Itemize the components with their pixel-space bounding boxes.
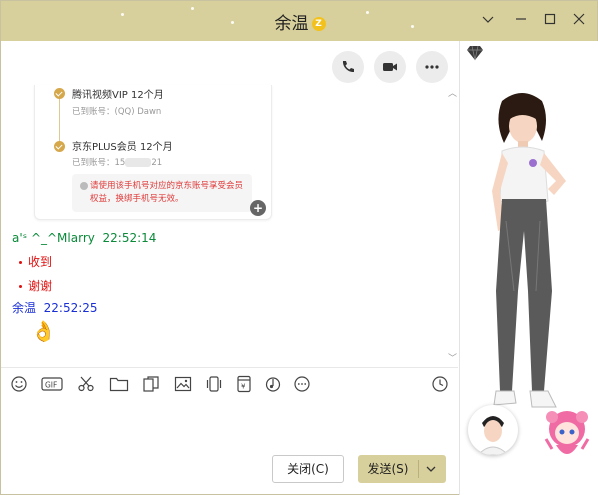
- notice-text: 请使用该手机号对应的京东账号享受会员权益，换绑手机号无效。: [90, 181, 244, 204]
- phone-icon: [342, 61, 354, 73]
- order-item-account: 已到账号：(QQ) Dawn: [72, 107, 162, 117]
- scroll-down-icon[interactable]: ﹀: [448, 351, 457, 364]
- divider: [1, 367, 458, 368]
- title-bar[interactable]: 余温 Z: [1, 1, 597, 41]
- check-icon: [54, 141, 65, 152]
- red-packet-icon[interactable]: ¥: [235, 375, 255, 395]
- svg-text:GIF: GIF: [45, 381, 57, 390]
- sticker-icon[interactable]: [142, 375, 162, 395]
- minimize-icon[interactable]: [510, 10, 532, 32]
- order-item-account: 已到账号：15 21: [72, 158, 163, 168]
- vip-badge-icon: Z: [311, 17, 326, 31]
- avatar[interactable]: [468, 405, 518, 455]
- contact-name: 余温: [274, 14, 309, 34]
- message-time: 22:52:25: [43, 301, 98, 315]
- emoji-icon[interactable]: [10, 375, 30, 395]
- voice-call-button[interactable]: [332, 51, 364, 83]
- message-text: 谢谢: [19, 277, 52, 294]
- send-button[interactable]: 发送(S): [358, 455, 446, 483]
- chevron-down-icon[interactable]: [424, 462, 438, 479]
- gif-icon[interactable]: GIF: [41, 375, 63, 395]
- notice-box: 请使用该手机号对应的京东账号享受会员权益，换绑手机号无效。: [72, 174, 252, 212]
- message-sender: a'ˢ ^_^Mlarry 22:52:14: [12, 231, 157, 245]
- order-item-title: 腾讯视频VIP 12个月: [72, 90, 164, 101]
- message-input[interactable]: [1, 401, 458, 449]
- avatar-figure: [492, 93, 566, 408]
- more-options-button[interactable]: [416, 51, 448, 83]
- music-icon[interactable]: [264, 375, 284, 395]
- divider: [418, 460, 419, 478]
- avatar-show-panel: [459, 41, 598, 495]
- shake-icon[interactable]: [205, 375, 225, 395]
- zoom-in-icon[interactable]: +: [250, 200, 266, 216]
- svg-text:¥: ¥: [241, 383, 246, 391]
- send-label: 发送(S): [367, 462, 409, 476]
- video-icon: [383, 63, 397, 71]
- close-icon[interactable]: [568, 10, 590, 32]
- message-time: 22:52:14: [102, 231, 157, 245]
- chevron-down-icon[interactable]: [477, 10, 499, 32]
- window-title: 余温 Z: [1, 9, 598, 34]
- more-icon[interactable]: [293, 375, 313, 395]
- check-icon: [54, 88, 65, 99]
- folder-icon[interactable]: [109, 375, 129, 395]
- info-icon: [80, 182, 88, 190]
- ok-hand-emoji: 👌: [31, 319, 56, 343]
- message-sender: 余温 22:52:25: [12, 301, 98, 315]
- scissors-icon[interactable]: [77, 375, 97, 395]
- scroll-up-icon[interactable]: ︿: [448, 86, 457, 99]
- chat-window: 余温 Z 腾讯视频VIP 12个月 已到账号：(QQ) Dawn 京东PLUS会员…: [0, 0, 598, 495]
- video-call-button[interactable]: [374, 51, 406, 83]
- history-clock-icon[interactable]: [431, 375, 451, 395]
- message-text: 收到: [19, 253, 52, 270]
- diamond-icon[interactable]: [466, 45, 484, 65]
- more-icon: [425, 65, 439, 69]
- cartoon-decoration: [544, 411, 590, 454]
- image-icon[interactable]: [174, 375, 194, 395]
- order-item-title: 京东PLUS会员 12个月: [72, 142, 173, 153]
- maximize-icon[interactable]: [539, 10, 561, 32]
- close-button[interactable]: 关闭(C): [272, 455, 344, 483]
